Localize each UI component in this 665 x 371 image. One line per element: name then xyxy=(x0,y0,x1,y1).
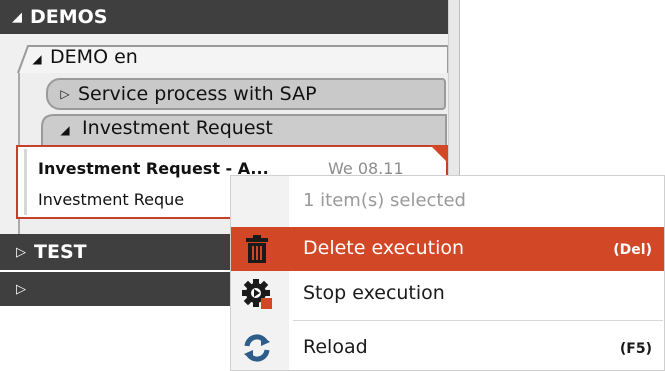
collapsed-triangle-icon: ▷ xyxy=(16,244,26,260)
expanded-triangle-icon: ◢ xyxy=(60,123,70,137)
expanded-triangle-icon: ◢ xyxy=(32,52,42,66)
context-menu: 1 item(s) selected Delete execution (Del… xyxy=(230,175,665,371)
folder-label: ◢ DEMO en xyxy=(30,46,138,68)
menu-item-delete-execution[interactable]: Delete execution (Del) xyxy=(231,227,664,271)
group-label: DEMOS xyxy=(30,6,108,28)
process-label: Service process with SAP xyxy=(78,83,317,105)
selected-corner-marker xyxy=(430,145,448,163)
stop-execution-gear-icon xyxy=(241,278,273,310)
menu-item-shortcut: (Del) xyxy=(613,242,652,258)
expanded-triangle-icon: ◢ xyxy=(12,9,22,25)
folder-demo-en[interactable]: ◢ DEMO en xyxy=(8,44,448,74)
reload-icon xyxy=(241,332,273,364)
execution-item[interactable]: Investment Reque xyxy=(38,190,184,209)
group-header-demos[interactable]: ◢ DEMOS xyxy=(0,0,448,34)
menu-item-stop-execution[interactable]: Stop execution xyxy=(231,272,664,316)
menu-separator xyxy=(293,320,663,321)
selection-info-text: 1 item(s) selected xyxy=(303,190,466,211)
menu-selection-info: 1 item(s) selected xyxy=(231,180,664,224)
menu-item-label: Reload xyxy=(303,336,368,358)
process-label: ◢ Investment Request xyxy=(58,117,273,139)
folder-label-text: DEMO en xyxy=(50,46,138,68)
group-label: TEST xyxy=(34,241,87,263)
menu-item-label: Stop execution xyxy=(303,282,445,304)
process-label-text: Investment Request xyxy=(82,117,273,139)
collapsed-triangle-icon: ▷ xyxy=(60,87,70,101)
collapsed-triangle-icon: ▷ xyxy=(16,281,26,297)
process-investment-request[interactable]: ◢ Investment Request xyxy=(40,113,448,146)
list-left-bar xyxy=(24,149,27,215)
process-service-sap[interactable]: ▷ Service process with SAP xyxy=(46,78,446,110)
menu-item-label: Delete execution xyxy=(303,237,465,259)
menu-item-reload[interactable]: Reload (F5) xyxy=(231,326,664,370)
menu-item-shortcut: (F5) xyxy=(619,341,652,357)
trash-icon xyxy=(241,233,273,265)
